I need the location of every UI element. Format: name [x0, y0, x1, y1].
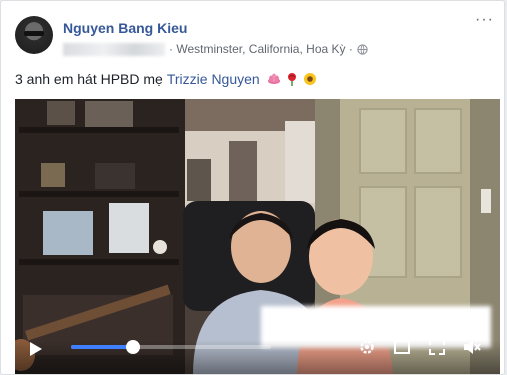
play-icon[interactable] [29, 341, 43, 357]
post-meta: · Westminster, California, Hoa Kỳ · [63, 42, 368, 56]
post-location[interactable]: · Westminster, California, Hoa Kỳ · [169, 42, 353, 56]
more-options-button[interactable]: ··· [475, 12, 494, 28]
lotus-icon [267, 73, 280, 84]
redacted-timestamp [63, 42, 165, 56]
sunflower-icon [303, 73, 316, 85]
mute-icon[interactable] [463, 338, 481, 356]
globe-icon [357, 43, 368, 55]
settings-icon[interactable] [358, 338, 376, 356]
fullscreen-icon[interactable] [393, 338, 411, 356]
video-scrubber-handle[interactable] [126, 340, 140, 354]
post-caption: 3 anh em hát HPBD mẹ Trizzie Nguyen [15, 71, 317, 87]
rose-icon [287, 73, 296, 86]
author-avatar[interactable] [15, 16, 53, 54]
expand-icon[interactable] [428, 338, 446, 356]
video-player[interactable] [15, 99, 500, 374]
post-card: Nguyen Bang Kieu · Westminster, Californ… [0, 0, 505, 375]
caption-text: 3 anh em hát HPBD mẹ [15, 71, 163, 87]
tagged-user-link[interactable]: Trizzie Nguyen [167, 71, 260, 87]
video-progress-bar[interactable] [71, 340, 271, 354]
avatar-sunglasses [24, 31, 44, 36]
video-progress-fill [71, 345, 133, 349]
author-name[interactable]: Nguyen Bang Kieu [63, 20, 187, 36]
